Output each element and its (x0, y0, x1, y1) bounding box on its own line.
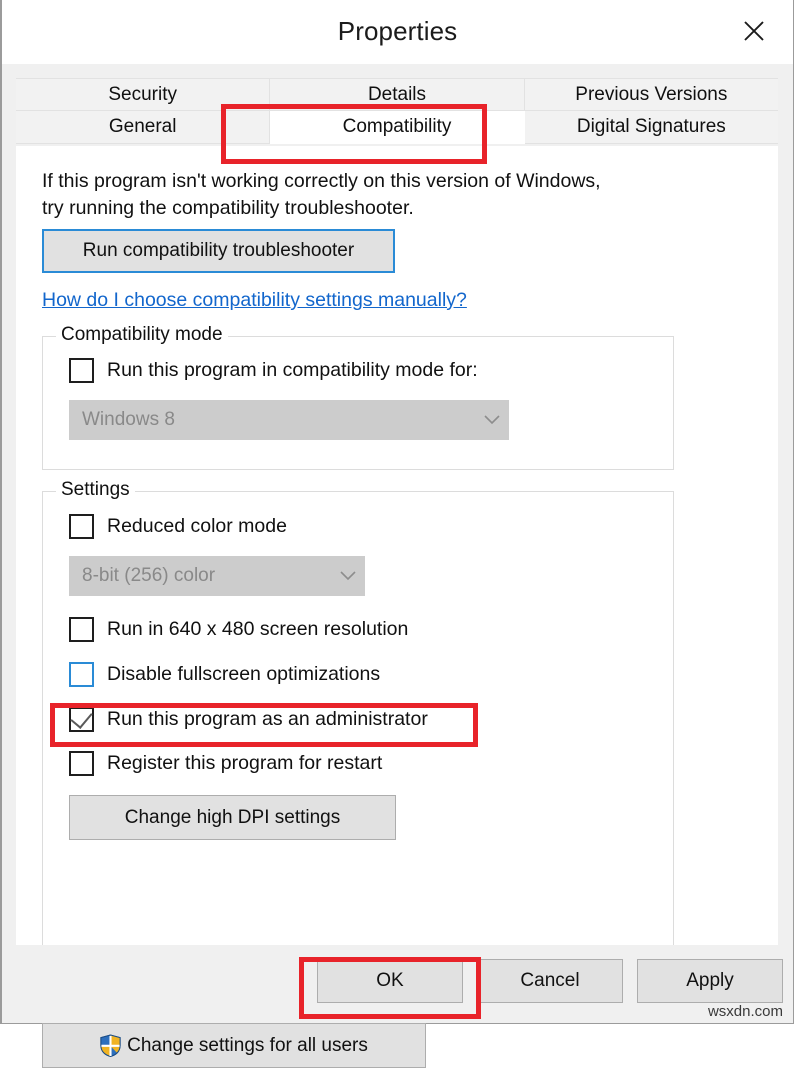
cancel-button[interactable]: Cancel (477, 959, 623, 1003)
dropdown-value: Windows 8 (82, 409, 175, 430)
checkbox-label: Reduced color mode (107, 515, 287, 537)
group-legend: Settings (56, 479, 135, 501)
tab-strip: Security Details Previous Versions Gener… (2, 64, 793, 146)
checkbox-run-as-administrator[interactable]: Run this program as an administrator (69, 706, 428, 732)
tab-label: Digital Signatures (576, 116, 726, 137)
change-settings-for-all-users-button[interactable]: Change settings for all users (42, 1023, 426, 1068)
checkbox-label: Run this program in compatibility mode f… (107, 359, 478, 381)
change-high-dpi-settings-button[interactable]: Change high DPI settings (69, 795, 396, 840)
checkbox-box[interactable] (69, 706, 94, 732)
color-depth-dropdown[interactable]: 8-bit (256) color (69, 556, 365, 596)
compatibility-mode-group: Compatibility mode Run this program in c… (42, 324, 674, 470)
button-label: Apply (686, 970, 734, 991)
checkbox-box[interactable] (69, 514, 94, 539)
dropdown-value: 8-bit (256) color (82, 565, 216, 586)
tab-details[interactable]: Details (270, 78, 525, 111)
tab-label: Previous Versions (575, 83, 728, 105)
checkbox-box[interactable] (69, 358, 94, 383)
apply-button[interactable]: Apply (637, 959, 783, 1003)
tab-row-bottom: General Compatibility Digital Signatures (16, 111, 778, 144)
intro-text: If this program isn't working correctly … (42, 168, 601, 222)
checkbox-label: Disable fullscreen optimizations (107, 663, 381, 685)
tab-row-top: Security Details Previous Versions (16, 78, 778, 111)
button-label: Change settings for all users (127, 1034, 368, 1056)
window-title: Properties (337, 16, 458, 46)
title-bar: Properties (2, 0, 793, 64)
checkbox-box[interactable] (69, 662, 94, 687)
uac-shield-icon (100, 1034, 121, 1057)
watermark: wsxdn.com (707, 1003, 783, 1020)
checkbox-label: Run this program as an administrator (107, 708, 428, 730)
tab-compatibility[interactable]: Compatibility (270, 111, 525, 144)
button-label: Change high DPI settings (124, 806, 341, 828)
group-legend: Compatibility mode (56, 324, 228, 346)
settings-group: Settings Reduced color mode 8-bit (256) … (42, 479, 674, 1003)
intro-line-2: try running the compatibility troublesho… (42, 197, 414, 219)
checkbox-disable-fullscreen-optimizations[interactable]: Disable fullscreen optimizations (69, 662, 380, 687)
chevron-down-icon (475, 415, 509, 425)
tab-digital-signatures[interactable]: Digital Signatures (524, 111, 778, 144)
compatibility-tab-panel: If this program isn't working correctly … (16, 146, 778, 1068)
checkbox-label: Run in 640 x 480 screen resolution (107, 618, 409, 640)
checkbox-run-640x480[interactable]: Run in 640 x 480 screen resolution (69, 617, 408, 642)
dialog-footer: OK Cancel Apply wsxdn.com (2, 945, 793, 1023)
checkbox-label: Register this program for restart (107, 752, 383, 774)
tab-label: Compatibility (342, 116, 452, 137)
close-button[interactable] (723, 6, 785, 56)
checkbox-box[interactable] (69, 751, 94, 776)
tab-label: Details (367, 83, 427, 105)
intro-line-1: If this program isn't working correctly … (42, 170, 601, 192)
checkbox-reduced-color-mode[interactable]: Reduced color mode (69, 514, 287, 539)
close-icon (744, 21, 764, 41)
chevron-down-icon (331, 571, 365, 581)
compatibility-settings-help-link[interactable]: How do I choose compatibility settings m… (42, 289, 467, 312)
checkbox-register-for-restart[interactable]: Register this program for restart (69, 751, 382, 776)
button-label: Cancel (520, 970, 580, 991)
button-label: Run compatibility troubleshooter (82, 240, 355, 261)
link-label: How do I choose compatibility settings m… (42, 289, 467, 311)
tab-general[interactable]: General (16, 111, 271, 144)
tab-previous-versions[interactable]: Previous Versions (524, 78, 778, 111)
checkbox-run-compatibility-mode[interactable]: Run this program in compatibility mode f… (69, 358, 478, 383)
tab-label: General (108, 116, 177, 137)
button-label: OK (376, 970, 404, 991)
tab-security[interactable]: Security (16, 78, 271, 111)
checkmark-icon (70, 706, 93, 729)
compatibility-mode-dropdown[interactable]: Windows 8 (69, 400, 509, 440)
checkbox-box[interactable] (69, 617, 94, 642)
run-compatibility-troubleshooter-button[interactable]: Run compatibility troubleshooter (42, 229, 395, 273)
tab-label: Security (108, 83, 177, 105)
properties-dialog: Properties Security Details Previous Ver… (0, 0, 794, 1068)
ok-button[interactable]: OK (317, 959, 463, 1003)
